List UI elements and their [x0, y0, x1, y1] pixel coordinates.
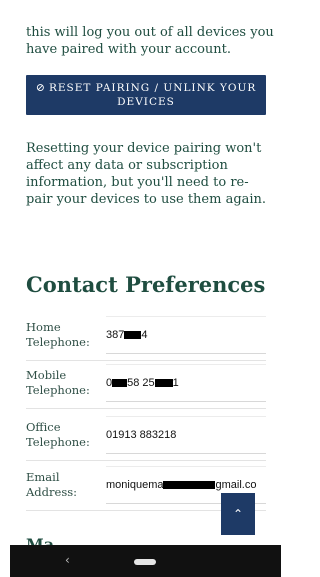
office-telephone-label: Office Telephone:	[26, 420, 90, 449]
back-icon[interactable]: ‹	[65, 553, 70, 567]
redaction-mark	[112, 379, 128, 388]
contact-row-office: Office Telephone: 01913 883218	[26, 416, 266, 460]
redaction-mark	[163, 481, 216, 490]
scroll-to-top-button[interactable]: ⌃	[221, 493, 255, 535]
email-address-label: Email Address:	[26, 470, 78, 499]
home-telephone-field[interactable]: 387 4	[106, 316, 266, 354]
home-telephone-value-end: 4	[141, 329, 148, 341]
home-telephone-value-start: 387	[106, 329, 125, 341]
mobile-telephone-label: Mobile Telephone:	[26, 368, 90, 397]
chevron-up-icon: ⌃	[232, 507, 244, 521]
redaction-mark	[124, 331, 142, 340]
contact-row-home: Home Telephone: 387 4	[26, 316, 266, 360]
reset-note: Resetting your device pairing won't affe…	[26, 141, 267, 207]
reset-pairing-button[interactable]: ⊘ RESET PAIRING / UNLINK YOUR DEVICES	[26, 75, 266, 115]
next-section-heading: Ma	[26, 535, 55, 545]
system-navigation-bar: ‹	[10, 545, 281, 577]
mobile-telephone-value-b: 58 25	[127, 377, 155, 389]
ban-icon: ⊘	[35, 81, 46, 94]
divider	[26, 460, 266, 461]
section-title: Contact Preferences	[26, 272, 266, 297]
intro-text: this will log you out of all devices you…	[26, 25, 274, 57]
reset-pairing-label: RESET PAIRING / UNLINK YOUR DEVICES	[48, 82, 257, 108]
email-address-value-start: moniquema	[106, 479, 164, 491]
office-telephone-value: 01913 883218	[106, 429, 177, 441]
mobile-telephone-value-c: 1	[172, 377, 179, 389]
divider	[26, 360, 266, 361]
office-telephone-field[interactable]: 01913 883218	[106, 416, 266, 454]
email-address-value-end: gmail.co	[215, 479, 257, 491]
page-content: this will log you out of all devices you…	[0, 0, 289, 545]
home-telephone-label: Home Telephone:	[26, 320, 90, 349]
home-pill-icon[interactable]	[134, 559, 156, 565]
contact-row-mobile: Mobile Telephone: 0 58 25 1	[26, 364, 266, 408]
mobile-telephone-field[interactable]: 0 58 25 1	[106, 364, 266, 402]
redaction-mark	[154, 379, 173, 388]
divider	[26, 408, 266, 409]
